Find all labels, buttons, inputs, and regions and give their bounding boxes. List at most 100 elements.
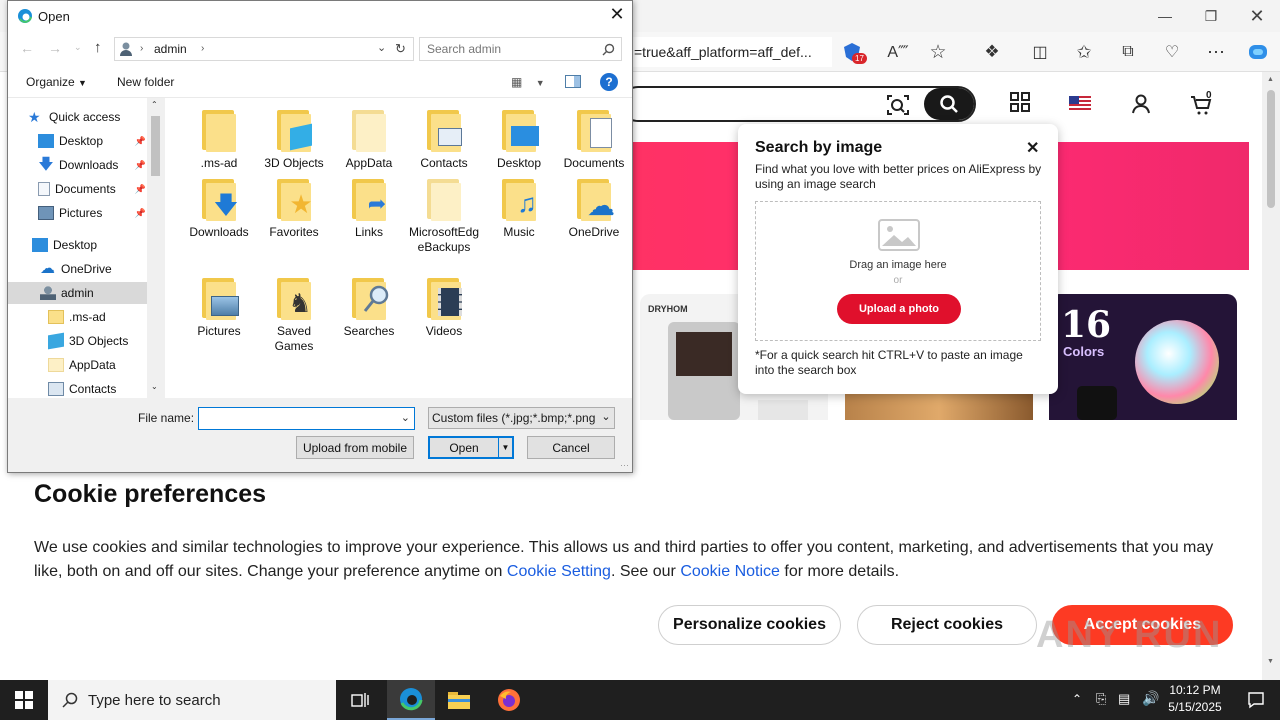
nav-item-ms-ad[interactable]: .ms-ad	[48, 306, 106, 328]
nav-item-admin[interactable]: admin	[8, 282, 147, 304]
taskbar-search-box[interactable]: Type here to search	[48, 680, 336, 720]
nav-item-downloads-pinned[interactable]: 🡇 Downloads 📌	[38, 154, 148, 176]
file-item-appdata[interactable]: AppData	[333, 110, 405, 171]
split-screen-button[interactable]: ◫	[1026, 38, 1054, 66]
restore-button[interactable]: ❐	[1188, 0, 1234, 32]
show-hidden-icons-button[interactable]: ⌃	[1072, 692, 1082, 706]
scrollbar-thumb[interactable]	[151, 116, 160, 176]
file-item-links[interactable]: ➦ Links	[333, 179, 405, 240]
recent-locations-button[interactable]: ⌄	[74, 42, 82, 53]
cart-button[interactable]: 0	[1190, 90, 1220, 116]
dialog-close-button[interactable]: ✕	[606, 4, 628, 28]
volume-icon[interactable]: 🔊	[1142, 690, 1159, 707]
cookie-setting-link[interactable]: Cookie Setting	[507, 563, 611, 580]
refresh-button[interactable]: ↻	[395, 41, 406, 57]
image-search-button[interactable]	[886, 94, 912, 116]
new-folder-button[interactable]: New folder	[117, 75, 174, 89]
image-drop-zone[interactable]: Drag an image here or Upload a photo	[755, 201, 1041, 341]
extension-badge-button[interactable]: 17	[838, 38, 867, 66]
file-type-select[interactable]: Custom files (*.jpg;*.bmp;*.png ⌄	[428, 407, 615, 429]
resize-grip[interactable]: ⋯	[620, 460, 629, 471]
reject-cookies-button[interactable]: Reject cookies	[857, 605, 1037, 645]
file-item-videos[interactable]: Videos	[408, 278, 480, 339]
taskbar-edge[interactable]	[387, 680, 435, 720]
address-bar[interactable]: =true&aff_platform=aff_def...	[620, 37, 832, 67]
cookie-notice-link[interactable]: Cookie Notice	[680, 563, 780, 580]
nav-item-quick-access[interactable]: ★ Quick access	[28, 106, 120, 128]
page-scrollbar[interactable]: ▲ ▼	[1262, 72, 1280, 680]
file-item-ms-ad[interactable]: .ms-ad	[183, 110, 255, 171]
upload-from-mobile-button[interactable]: Upload from mobile	[296, 436, 414, 459]
dialog-title: Open	[38, 9, 70, 24]
navigation-pane-scrollbar[interactable]: ⌃ ⌄	[147, 98, 164, 398]
account-button[interactable]	[1131, 94, 1153, 116]
back-button[interactable]: ←	[20, 40, 34, 56]
device-icon[interactable]: ⎘	[1096, 691, 1106, 707]
help-button[interactable]: ?	[600, 73, 618, 91]
taskbar-clock[interactable]: 10:12 PM 5/15/2025	[1162, 682, 1228, 718]
preview-pane-button[interactable]	[565, 75, 581, 88]
personalize-cookies-button[interactable]: Personalize cookies	[658, 605, 841, 645]
nav-item-appdata[interactable]: AppData	[48, 354, 116, 376]
close-window-button[interactable]: ✕	[1234, 0, 1280, 32]
organize-button[interactable]: Organize ▼	[26, 75, 87, 89]
view-grid-icon: ▦	[511, 75, 523, 89]
product-tile-bulb[interactable]: 16 Colors	[1049, 294, 1237, 420]
file-item-pictures[interactable]: Pictures	[183, 278, 255, 339]
file-item-onedrive[interactable]: ☁ OneDrive	[558, 179, 630, 240]
forward-button[interactable]: →	[48, 40, 62, 56]
settings-menu-button[interactable]: ⋯	[1202, 38, 1230, 66]
taskbar-firefox[interactable]	[485, 680, 533, 720]
start-button[interactable]	[0, 680, 48, 720]
dialog-search-input[interactable]: Search admin	[419, 37, 622, 61]
file-item-favorites[interactable]: ★ Favorites	[258, 179, 330, 240]
popup-close-button[interactable]: ✕	[1026, 138, 1039, 158]
file-item-contacts[interactable]: Contacts	[408, 110, 480, 171]
breadcrumb-admin[interactable]: admin	[154, 42, 187, 56]
file-item-searches[interactable]: Searches	[333, 278, 405, 339]
task-view-button[interactable]	[336, 680, 384, 720]
file-explorer-icon	[448, 692, 470, 709]
nav-item-contacts[interactable]: Contacts	[48, 378, 116, 398]
network-icon[interactable]: ▤	[1118, 691, 1130, 707]
notifications-button[interactable]	[1232, 680, 1280, 720]
browser-essentials-button[interactable]: ♡	[1158, 38, 1186, 66]
file-item-music[interactable]: ♫ Music	[483, 179, 555, 240]
cancel-button[interactable]: Cancel	[527, 436, 615, 459]
nav-item-pictures-pinned[interactable]: Pictures 📌	[38, 202, 148, 224]
read-aloud-button[interactable]: A⁗	[884, 38, 912, 66]
file-item-3d-objects[interactable]: 3D Objects	[258, 110, 330, 171]
country-flag-button[interactable]	[1069, 96, 1091, 111]
open-button[interactable]: Open ▼	[428, 436, 514, 459]
file-name-input[interactable]: ⌄	[198, 407, 415, 430]
minimize-button[interactable]: —	[1142, 0, 1188, 32]
search-box[interactable]	[620, 86, 976, 122]
or-text: or	[893, 275, 903, 286]
file-item-microsoft-edge-backups[interactable]: MicrosoftEdgeBackups	[408, 179, 480, 255]
nav-item-desktop[interactable]: Desktop	[32, 234, 97, 256]
file-item-saved-games[interactable]: ♞ Saved Games	[258, 278, 330, 354]
collections-button[interactable]: ⧉	[1114, 38, 1142, 66]
extensions-button[interactable]: ❖	[978, 38, 1006, 66]
nav-item-desktop-pinned[interactable]: Desktop 📌	[38, 130, 148, 152]
scrollbar-thumb[interactable]	[1267, 90, 1275, 208]
path-history-dropdown[interactable]: ⌄	[377, 41, 386, 54]
up-button[interactable]: ↑	[94, 39, 102, 56]
edge-icon	[18, 9, 32, 23]
file-item-desktop[interactable]: Desktop	[483, 110, 555, 171]
favorites-button[interactable]: ✩	[1070, 38, 1098, 66]
nav-item-documents-pinned[interactable]: Documents 📌	[38, 178, 148, 200]
view-options-button[interactable]: ▦ ▼	[511, 75, 545, 89]
path-bar[interactable]: › admin › ⌄ ↻	[114, 37, 414, 61]
app-qr-button[interactable]	[1010, 92, 1032, 116]
upload-photo-button[interactable]: Upload a photo	[837, 294, 961, 324]
taskbar-file-explorer[interactable]	[435, 680, 483, 720]
search-submit-button[interactable]	[924, 88, 974, 120]
file-item-documents[interactable]: Documents	[558, 110, 630, 171]
copilot-button[interactable]	[1244, 38, 1272, 66]
file-item-downloads[interactable]: 🡇 Downloads	[183, 179, 255, 240]
nav-item-onedrive[interactable]: ☁ OneDrive	[40, 258, 112, 280]
nav-item-3d-objects[interactable]: 3D Objects	[48, 330, 128, 352]
favorite-button[interactable]: ☆	[924, 38, 952, 66]
open-options-dropdown[interactable]: ▼	[498, 438, 512, 457]
